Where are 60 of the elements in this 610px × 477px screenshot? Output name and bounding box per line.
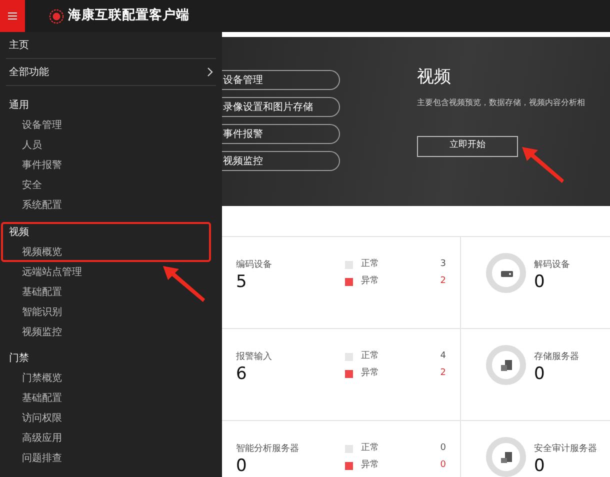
stat-value: 0 (534, 272, 546, 292)
start-button[interactable]: 立即开始 (417, 136, 518, 156)
stat-label: 安全审计服务器 (534, 443, 597, 456)
menu-group-label: 门禁 (8, 352, 30, 366)
legend-label: 异常 (361, 366, 379, 380)
legend-count: 3 (439, 258, 446, 271)
menu-item[interactable]: 事件报警 (0, 155, 222, 175)
banner-description: 主要包含视频预览，数据存储，视频内容分析相 (417, 96, 585, 108)
stat-label: 报警输入 (236, 351, 273, 364)
step-pill: 事件报警 (222, 124, 340, 144)
menu-item[interactable]: 基础配置 (0, 388, 222, 408)
step-pill: 设备管理 (222, 70, 340, 90)
stat-value: 0 (236, 456, 248, 476)
arrow-annotation (522, 147, 564, 183)
legend-label: 异常 (361, 458, 379, 472)
legend-label: 异常 (361, 274, 379, 288)
stat-value: 5 (236, 272, 248, 292)
menu-item[interactable]: 系统配置 (0, 195, 222, 215)
menu-item[interactable]: 安全 (0, 175, 222, 195)
legend-label: 正常 (361, 350, 379, 363)
submenu-item[interactable]: 全部功能 (0, 59, 222, 85)
legend-label: 正常 (361, 258, 379, 271)
server-icon (500, 359, 513, 372)
legend-count: 2 (439, 366, 446, 380)
menu-item[interactable]: 主页 (0, 32, 222, 58)
menu-item[interactable]: 基础配置 (0, 282, 222, 302)
legend-label: 正常 (361, 442, 379, 455)
legend-count: 0 (439, 458, 446, 472)
menu-item[interactable]: 视频概览 (0, 242, 222, 262)
step-pill: 录像设置和图片存储 (222, 97, 340, 117)
legend-count: 4 (439, 350, 446, 363)
menu-item[interactable]: 人员 (0, 135, 222, 155)
legend-count: 0 (439, 442, 446, 455)
menu-item[interactable]: 设备管理 (0, 115, 222, 135)
menu-item[interactable]: 门禁概览 (0, 368, 222, 388)
stat-label: 存储服务器 (534, 351, 579, 364)
menu-item[interactable]: 访问权限 (0, 408, 222, 428)
menu-item[interactable]: 问题排查 (0, 448, 222, 468)
server-icon (500, 451, 513, 464)
menu-item[interactable]: 智能识别 (0, 302, 222, 322)
logo-icon (49, 8, 64, 24)
legend-count: 2 (439, 274, 446, 288)
banner-title: 视频 (417, 66, 452, 89)
stat-label: 解码设备 (534, 259, 570, 272)
menu-item[interactable]: 高级应用 (0, 428, 222, 448)
chevron-right-icon (207, 67, 213, 77)
menu-group-label: 视频 (8, 226, 30, 240)
menu-item[interactable]: 视频监控 (0, 322, 222, 342)
stat-value: 6 (236, 364, 248, 384)
stat-label: 编码设备 (236, 259, 273, 272)
menu-button[interactable] (0, 0, 25, 32)
stat-value: 0 (534, 364, 546, 384)
app-title: 海康互联配置客户端 (68, 6, 190, 26)
menu-item[interactable]: 远端站点管理 (0, 262, 222, 282)
stat-value: 0 (534, 456, 546, 476)
menu-icon (8, 12, 17, 20)
stat-label: 智能分析服务器 (236, 443, 300, 456)
step-pill: 视频监控 (222, 151, 340, 171)
arrow-annotation (163, 266, 205, 302)
menu-group-label: 通用 (8, 98, 30, 112)
